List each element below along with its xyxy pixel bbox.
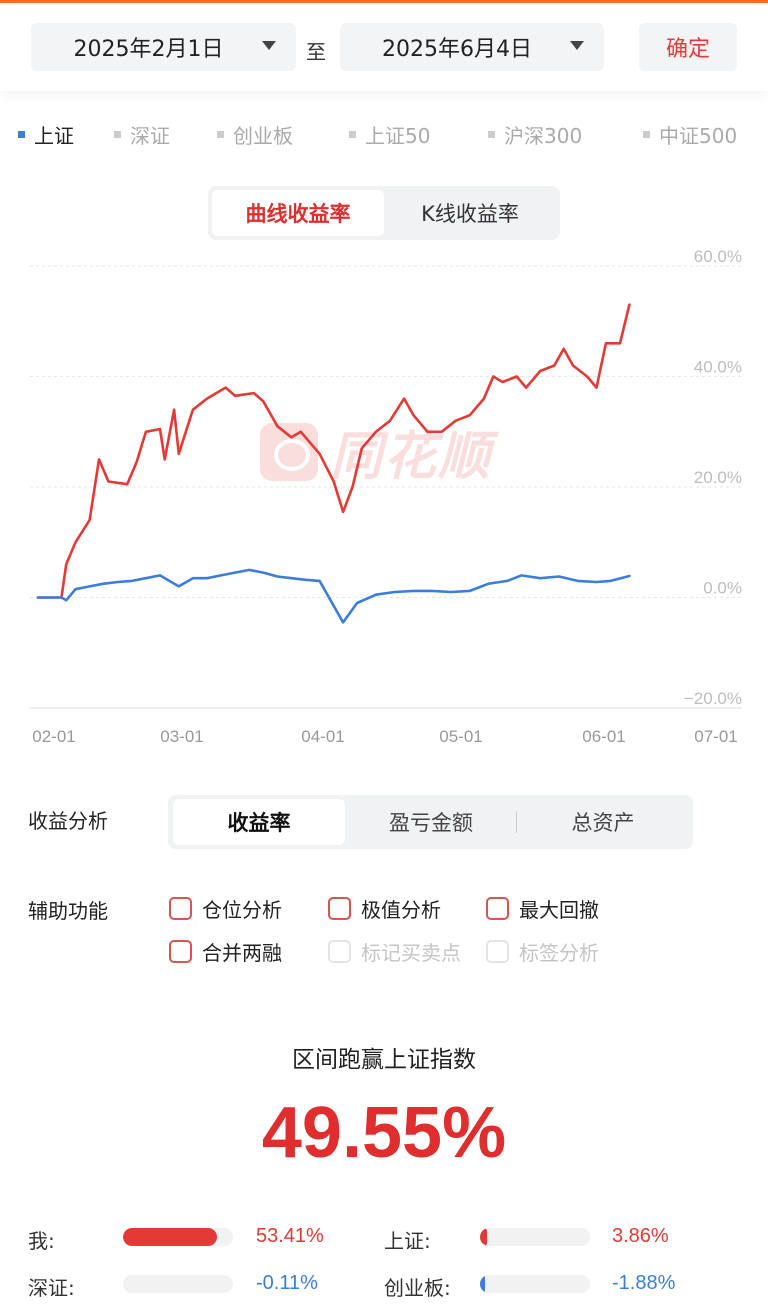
y-tick-label: 20.0% xyxy=(694,468,742,487)
y-tick-label: −20.0% xyxy=(684,689,742,708)
return-chart: 同花顺 60.0% 40.0% 20.0% 0.0% −20.0% 02-01 03-01 0… xyxy=(0,240,768,760)
tab-total-assets[interactable]: 总资产 xyxy=(517,799,689,845)
tab-profit-loss[interactable]: 盈亏金额 xyxy=(345,799,517,845)
legend-square-icon xyxy=(349,131,356,138)
x-tick-label: 07-01 xyxy=(694,727,737,746)
legend-square-icon xyxy=(217,131,224,138)
checkbox-extreme-analysis[interactable]: 极值分析 xyxy=(328,894,441,923)
caret-down-icon xyxy=(262,41,276,50)
tab-kline-return[interactable]: K线收益率 xyxy=(384,190,556,236)
end-date-select[interactable]: 2025年6月4日 xyxy=(340,23,604,71)
legend-label: 深证 xyxy=(130,124,170,148)
chart-mode-toggle: 曲线收益率 K线收益率 xyxy=(208,186,560,240)
compare-value-chinext: -1.88% xyxy=(612,1272,676,1294)
aux-label: 辅助功能 xyxy=(28,899,108,923)
start-date-select[interactable]: 2025年2月1日 xyxy=(31,23,296,71)
checkbox-position-analysis[interactable]: 仓位分析 xyxy=(169,894,282,923)
compare-value-shanghai: 3.86% xyxy=(612,1225,669,1247)
checkbox-trade-marks: 标记买卖点 xyxy=(328,937,461,966)
compare-bar-shenzhen xyxy=(123,1275,233,1293)
checkbox-icon xyxy=(169,897,192,920)
checkbox-label: 标记买卖点 xyxy=(361,941,461,965)
x-tick-label: 04-01 xyxy=(301,727,344,746)
checkbox-label: 合并两融 xyxy=(202,941,282,965)
legend-label: 中证500 xyxy=(659,124,738,148)
legend-item-chinext[interactable]: 创业板 xyxy=(217,120,293,149)
x-tick-label: 06-01 xyxy=(582,727,625,746)
index-legend: 上证 深证 创业板 上证50 沪深300 中证500 xyxy=(0,116,768,150)
confirm-button[interactable]: 确定 xyxy=(639,23,737,71)
checkbox-label: 最大回撤 xyxy=(519,898,599,922)
analysis-tabs: 收益率 盈亏金额 总资产 xyxy=(168,795,693,849)
checkbox-max-drawdown[interactable]: 最大回撤 xyxy=(486,894,599,923)
legend-label: 沪深300 xyxy=(504,124,583,148)
date-filter-bar: 2025年2月1日 至 2025年6月4日 确定 xyxy=(0,3,768,91)
compare-label-chinext: 创业板: xyxy=(384,1276,451,1300)
compare-label-shenzhen: 深证: xyxy=(28,1276,75,1300)
compare-label-shanghai: 上证: xyxy=(384,1229,431,1253)
date-separator: 至 xyxy=(306,40,326,64)
checkbox-icon xyxy=(169,940,192,963)
legend-item-sse50[interactable]: 上证50 xyxy=(349,120,430,149)
compare-fill xyxy=(480,1228,487,1246)
checkbox-icon xyxy=(486,897,509,920)
legend-item-csi300[interactable]: 沪深300 xyxy=(488,120,582,149)
end-date-value: 2025年6月4日 xyxy=(382,37,532,62)
checkbox-icon xyxy=(486,940,509,963)
series-line-index xyxy=(36,568,631,624)
y-tick-label: 40.0% xyxy=(694,358,742,377)
analysis-label: 收益分析 xyxy=(28,809,108,833)
compare-label-me: 我: xyxy=(28,1229,55,1253)
compare-fill xyxy=(480,1275,485,1293)
checkbox-icon xyxy=(328,940,351,963)
caret-down-icon xyxy=(570,41,584,50)
legend-item-csi500[interactable]: 中证500 xyxy=(643,120,737,149)
compare-value-shenzhen: -0.11% xyxy=(256,1272,318,1294)
legend-label: 上证50 xyxy=(365,124,431,148)
legend-label: 上证 xyxy=(34,124,74,148)
compare-bar-chinext xyxy=(480,1275,590,1293)
checkbox-label: 极值分析 xyxy=(361,898,441,922)
legend-item-shanghai[interactable]: 上证 xyxy=(18,120,74,149)
checkbox-icon xyxy=(328,897,351,920)
tab-curve-return[interactable]: 曲线收益率 xyxy=(212,190,384,236)
checkbox-label: 仓位分析 xyxy=(202,898,282,922)
x-tick-label: 03-01 xyxy=(160,727,203,746)
series-line-portfolio xyxy=(36,303,631,599)
legend-square-icon xyxy=(114,131,121,138)
legend-square-icon xyxy=(488,131,495,138)
x-tick-label: 05-01 xyxy=(439,727,482,746)
tab-return-rate[interactable]: 收益率 xyxy=(173,799,345,845)
compare-bar-me xyxy=(123,1228,233,1246)
legend-square-icon xyxy=(18,131,25,138)
y-tick-label: 0.0% xyxy=(703,579,742,598)
checkbox-merge-margin[interactable]: 合并两融 xyxy=(169,937,282,966)
compare-fill xyxy=(123,1228,217,1246)
checkbox-tag-analysis: 标签分析 xyxy=(486,937,599,966)
y-tick-label: 60.0% xyxy=(694,247,742,266)
x-tick-label: 02-01 xyxy=(32,727,75,746)
outperform-value: 49.55% xyxy=(261,1093,507,1173)
chart-svg: 60.0% 40.0% 20.0% 0.0% −20.0% 02-01 03-01 04-01… xyxy=(30,247,742,746)
compare-value-me: 53.41% xyxy=(256,1225,324,1247)
compare-bar-shanghai xyxy=(480,1228,590,1246)
checkbox-label: 标签分析 xyxy=(519,941,599,965)
legend-item-shenzhen[interactable]: 深证 xyxy=(114,120,170,149)
outperform-label: 区间跑赢上证指数 xyxy=(292,1047,476,1073)
legend-square-icon xyxy=(643,131,650,138)
start-date-value: 2025年2月1日 xyxy=(73,37,224,62)
legend-label: 创业板 xyxy=(233,124,293,148)
